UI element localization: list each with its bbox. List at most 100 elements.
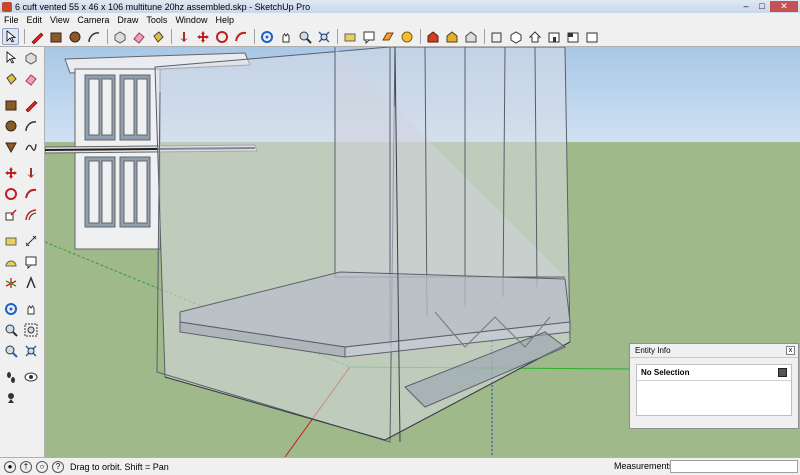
close-button[interactable]: ✕ [770, 1, 798, 12]
details-toggle-icon[interactable] [778, 368, 787, 377]
tape-measure-icon[interactable] [341, 28, 358, 45]
move-icon[interactable] [194, 28, 211, 45]
entity-info-panel: Entity Info x No Selection [629, 343, 799, 429]
zoom-icon[interactable] [296, 28, 313, 45]
circle-icon[interactable] [2, 117, 19, 134]
eraser-icon[interactable] [130, 28, 147, 45]
georeference-icon[interactable]: ● [4, 460, 16, 473]
toolbar-separator [420, 29, 421, 44]
eraser-icon[interactable] [22, 70, 39, 87]
close-panel-button[interactable]: x [786, 346, 795, 355]
toolbar-separator [254, 29, 255, 44]
polygon-icon[interactable] [2, 138, 19, 155]
previous-view-icon[interactable] [2, 342, 19, 359]
menu-bar: File Edit View Camera Draw Tools Window … [0, 13, 800, 27]
move-icon[interactable] [2, 164, 19, 181]
section-plane-icon[interactable] [379, 28, 396, 45]
get-models-icon[interactable] [443, 28, 460, 45]
shadows-icon[interactable] [398, 28, 415, 45]
title-bar: 6 cuft vented 55 x 46 x 106 multitune 20… [0, 0, 800, 13]
offset-icon[interactable] [22, 206, 39, 223]
axes-icon[interactable] [2, 274, 19, 291]
toolbar-separator [337, 29, 338, 44]
tool-palette [0, 47, 45, 457]
components-icon[interactable] [488, 28, 505, 45]
maximize-button[interactable]: □ [754, 1, 770, 12]
toolbar-separator [24, 29, 25, 44]
toolbar-separator [171, 29, 172, 44]
orbit-icon[interactable] [258, 28, 275, 45]
select-icon[interactable] [2, 28, 19, 45]
zoom-window-icon[interactable] [22, 321, 39, 338]
dimension-icon[interactable] [22, 232, 39, 249]
3d-text-icon[interactable] [22, 274, 39, 291]
select-icon[interactable] [2, 49, 19, 66]
follow-me-icon[interactable] [22, 185, 39, 202]
menu-view[interactable]: View [50, 15, 69, 25]
paint-bucket-icon[interactable] [149, 28, 166, 45]
entity-info-header: Entity Info x [630, 344, 798, 358]
freehand-icon[interactable] [22, 138, 39, 155]
rectangle-icon[interactable] [2, 96, 19, 113]
measurements-label: Measurements [614, 461, 674, 471]
minimize-button[interactable]: – [738, 1, 754, 12]
text-icon[interactable] [22, 253, 39, 270]
rotate-icon[interactable] [2, 185, 19, 202]
arc-icon[interactable] [22, 117, 39, 134]
circle-icon[interactable] [66, 28, 83, 45]
entity-info-title: Entity Info [635, 346, 671, 355]
paint-bucket-icon[interactable] [2, 70, 19, 87]
measurements-input[interactable] [670, 460, 798, 473]
share-model-icon[interactable] [462, 28, 479, 45]
menu-draw[interactable]: Draw [117, 15, 138, 25]
menu-edit[interactable]: Edit [27, 15, 43, 25]
rotate-icon[interactable] [213, 28, 230, 45]
credits-icon[interactable]: † [20, 460, 32, 473]
make-component-icon[interactable] [111, 28, 128, 45]
pan-icon[interactable] [22, 300, 39, 317]
orbit-icon[interactable] [2, 300, 19, 317]
menu-file[interactable]: File [4, 15, 19, 25]
right-view-icon[interactable] [564, 28, 581, 45]
back-view-icon[interactable] [583, 28, 600, 45]
main-toolbar [0, 27, 800, 47]
sketchup-app-icon [2, 1, 12, 12]
follow-me-icon[interactable] [232, 28, 249, 45]
window-controls: – □ ✕ [738, 0, 798, 13]
position-camera-icon[interactable] [2, 389, 19, 406]
arc-icon[interactable] [85, 28, 102, 45]
top-view-icon[interactable] [526, 28, 543, 45]
walk-icon[interactable] [2, 368, 19, 385]
user-icon[interactable]: ○ [36, 460, 48, 473]
zoom-extents-icon[interactable] [22, 342, 39, 359]
scale-icon[interactable] [2, 206, 19, 223]
front-view-icon[interactable] [545, 28, 562, 45]
pan-icon[interactable] [277, 28, 294, 45]
rectangle-icon[interactable] [47, 28, 64, 45]
zoom-extents-icon[interactable] [315, 28, 332, 45]
menu-camera[interactable]: Camera [77, 15, 109, 25]
help-icon[interactable]: ? [52, 460, 64, 473]
toolbar-separator [484, 29, 485, 44]
pencil-icon[interactable] [22, 96, 39, 113]
protractor-icon[interactable] [2, 253, 19, 270]
menu-help[interactable]: Help [215, 15, 234, 25]
make-component-icon[interactable] [22, 49, 39, 66]
push-pull-icon[interactable] [22, 164, 39, 181]
tape-measure-icon[interactable] [2, 232, 19, 249]
text-icon[interactable] [360, 28, 377, 45]
menu-window[interactable]: Window [175, 15, 207, 25]
zoom-icon[interactable] [2, 321, 19, 338]
entity-info-body: No Selection [636, 364, 792, 416]
sketchup-window: 6 cuft vented 55 x 46 x 106 multitune 20… [0, 0, 800, 475]
menu-tools[interactable]: Tools [146, 15, 167, 25]
push-pull-icon[interactable] [175, 28, 192, 45]
toolbar-separator [107, 29, 108, 44]
selection-label: No Selection [641, 368, 690, 377]
3d-warehouse-icon[interactable] [424, 28, 441, 45]
pencil-icon[interactable] [28, 28, 45, 45]
window-title: 6 cuft vented 55 x 46 x 106 multitune 20… [15, 1, 311, 12]
status-hint: Drag to orbit. Shift = Pan [70, 461, 169, 472]
iso-view-icon[interactable] [507, 28, 524, 45]
look-around-icon[interactable] [22, 368, 39, 385]
